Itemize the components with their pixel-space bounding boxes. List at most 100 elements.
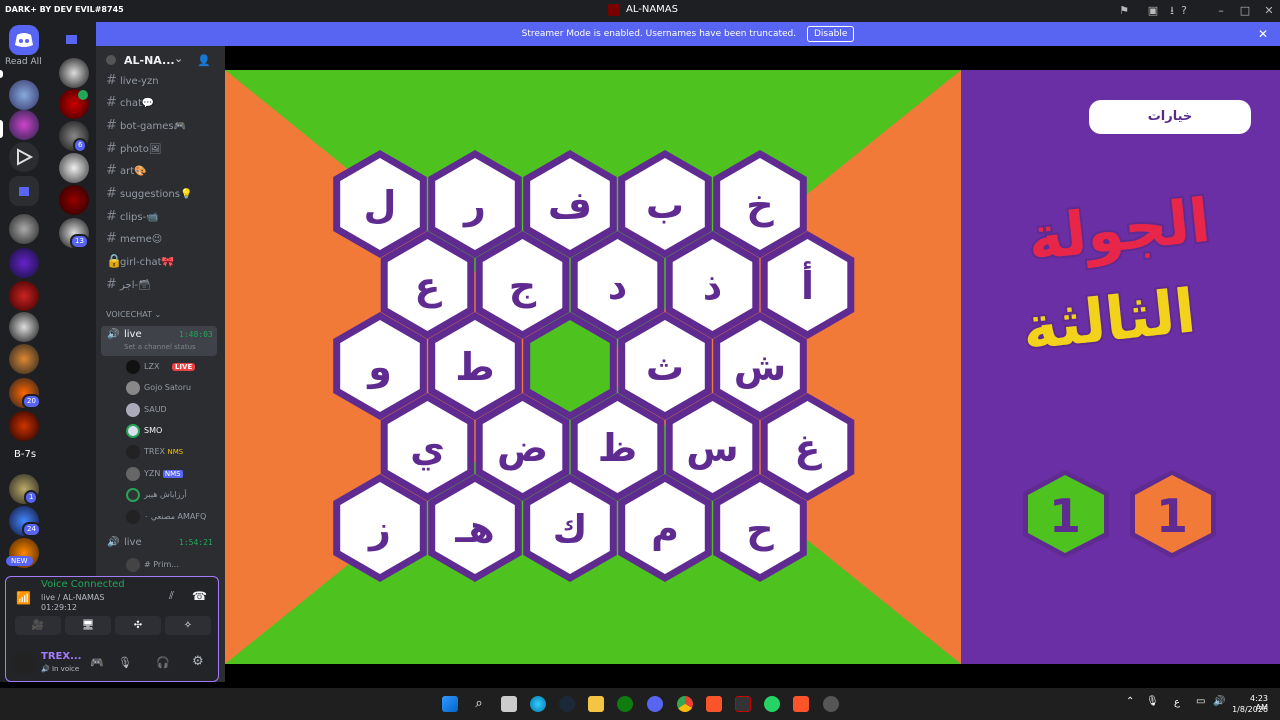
hash-icon: # <box>106 186 117 201</box>
signal-icon[interactable]: 📶 <box>16 591 34 609</box>
voice-user[interactable]: مصنعي ۰ AMAFQ <box>126 508 206 526</box>
voice-user[interactable]: YZN NMS <box>126 465 183 483</box>
disconnect-icon[interactable]: ☎ <box>192 589 207 603</box>
voice-channel-path[interactable]: live / AL-NAMAS <box>41 593 104 602</box>
server-label[interactable]: B-7s <box>14 449 36 460</box>
channel-emoji: 💡 <box>179 189 193 200</box>
network-icon[interactable]: ▭ <box>1196 696 1205 707</box>
server-icon[interactable] <box>9 344 39 374</box>
brave-icon[interactable] <box>793 696 809 712</box>
hex-letter: ل <box>364 183 397 227</box>
channel-bot-games[interactable]: # bot-games🎮 <box>106 117 186 135</box>
whatsapp-icon[interactable] <box>764 696 780 712</box>
invite-people-icon[interactable]: 👤 <box>197 54 211 67</box>
options-button[interactable]: خيارات <box>1089 100 1251 134</box>
voice-category[interactable]: VOICECHAT ⌄ <box>106 310 161 319</box>
server-icon[interactable] <box>9 312 39 342</box>
voice-timer: 1:54:21 <box>179 538 213 547</box>
headphones-icon[interactable]: 🎧 <box>156 656 170 669</box>
clock-date[interactable]: 1/8/2026 <box>1232 705 1268 714</box>
help-icon[interactable]: ? <box>1172 2 1196 20</box>
hex-letter: ع <box>415 264 443 308</box>
edge-icon[interactable] <box>530 696 546 712</box>
channel-label: art <box>120 166 135 177</box>
read-all-button[interactable]: Read All <box>5 57 42 67</box>
file-icon[interactable] <box>501 696 517 712</box>
voice-user[interactable]: أرزاياش هيبر <box>126 486 187 504</box>
xbox-icon[interactable] <box>617 696 633 712</box>
channel-chat[interactable]: # chat💬 <box>106 94 154 112</box>
mention-badge: 13 <box>70 234 89 249</box>
chrome-icon[interactable] <box>677 696 693 712</box>
voice-user[interactable]: LZX LIVE <box>126 358 196 376</box>
server-name[interactable]: AL-NA... <box>124 54 175 67</box>
theme-brand: DARK+ BY DEV EVIL#8745 <box>5 5 124 14</box>
server-icon[interactable] <box>9 110 39 140</box>
current-user-name[interactable]: TREX... <box>41 651 81 662</box>
channel-photo[interactable]: # photo🖼 <box>106 140 162 158</box>
avatar[interactable] <box>12 651 36 675</box>
gamepad-icon[interactable]: 🎮 <box>90 656 104 669</box>
tray-mic-icon[interactable]: 🎙 <box>1146 696 1159 707</box>
channel-meme[interactable]: # meme😉 <box>106 230 162 248</box>
obs-icon[interactable] <box>823 696 839 712</box>
voice-user[interactable]: SAUD <box>126 401 167 419</box>
disable-streamer-button[interactable]: Disable <box>806 26 855 42</box>
server-icon[interactable] <box>59 153 89 183</box>
brave-icon[interactable] <box>706 696 722 712</box>
discord-icon[interactable] <box>647 696 663 712</box>
lock-icon: 🔒 <box>106 254 123 269</box>
soundboard-button[interactable]: ✧ <box>165 616 211 635</box>
server-menu-chevron-icon[interactable]: ⌄ <box>174 52 183 65</box>
camera-button[interactable]: 🎥 <box>15 616 61 635</box>
voice-user[interactable]: SMO <box>126 422 162 440</box>
activities-button[interactable]: ✣ <box>115 616 161 635</box>
microphone-icon[interactable]: 🎙 <box>118 656 132 669</box>
voice-user[interactable]: Gojo Satoru <box>126 379 191 397</box>
server-icon[interactable] <box>9 142 39 172</box>
voice-user[interactable]: TREX NMS <box>126 443 183 461</box>
noise-suppression-icon[interactable]: ⫽ <box>169 589 174 603</box>
close-window-button[interactable]: ✕ <box>1257 2 1280 20</box>
language-indicator[interactable]: ع <box>1174 697 1180 708</box>
channel-clips[interactable]: # clips-📹 <box>106 208 159 226</box>
search-icon[interactable]: ⌕ <box>471 696 487 712</box>
hash-icon: # <box>106 277 117 292</box>
screen-share-button[interactable]: 🖥 <box>65 616 111 635</box>
server-icon[interactable] <box>59 58 89 88</box>
start-icon[interactable] <box>442 696 458 712</box>
volume-icon[interactable]: 🔊 <box>1213 696 1225 707</box>
discord-home-icon[interactable] <box>9 25 39 55</box>
voice-channel-label[interactable]: live <box>124 537 142 548</box>
file-explorer-icon[interactable] <box>588 696 604 712</box>
voice-connected-status[interactable]: Voice Connected <box>41 579 125 590</box>
maximize-button[interactable]: □ <box>1233 2 1257 20</box>
app-icon[interactable] <box>735 696 751 712</box>
server-icon[interactable] <box>9 411 39 441</box>
server-icon[interactable] <box>9 281 39 311</box>
channel-art[interactable]: # art🎨 <box>106 162 147 180</box>
folder-icon[interactable] <box>9 176 39 206</box>
channel-live-yzn[interactable]: # live-yzn <box>106 72 159 90</box>
server-icon[interactable] <box>9 80 39 110</box>
folder-icon[interactable] <box>66 35 77 44</box>
server-icon[interactable] <box>59 185 89 215</box>
selected-pip <box>0 120 3 138</box>
tray-chevron-icon[interactable]: ⌃ <box>1126 696 1134 707</box>
channel-emoji: 🎮 <box>173 121 187 132</box>
channel-emoji: 💬 <box>141 98 155 109</box>
channel-status-prompt[interactable]: Set a channel status <box>124 343 196 351</box>
hex-letter-game[interactable]: ل ر ف ب خ ع ج د ذ أ و ط ث ش ي ض ظ س غ ز هـ ك م ح خيارات الجولة … <box>225 70 1280 664</box>
server-icon[interactable] <box>9 248 39 278</box>
channel-arabic[interactable]: # اجر-🗃 <box>106 276 151 294</box>
settings-gear-icon[interactable]: ⚙ <box>192 654 204 669</box>
voice-user[interactable]: # Prim... <box>126 556 179 574</box>
steam-icon[interactable] <box>559 696 575 712</box>
close-banner-icon[interactable]: ✕ <box>1258 22 1268 46</box>
speaker-icon: 🔊 <box>107 537 120 548</box>
minimize-button[interactable]: – <box>1209 2 1233 20</box>
channel-suggestions[interactable]: # suggestions💡 <box>106 185 192 203</box>
inbox-flag-icon[interactable]: ⚑ <box>1112 2 1136 20</box>
server-icon[interactable] <box>9 214 39 244</box>
channel-girl-chat[interactable]: 🔒girl-chat🎀 <box>106 253 174 271</box>
